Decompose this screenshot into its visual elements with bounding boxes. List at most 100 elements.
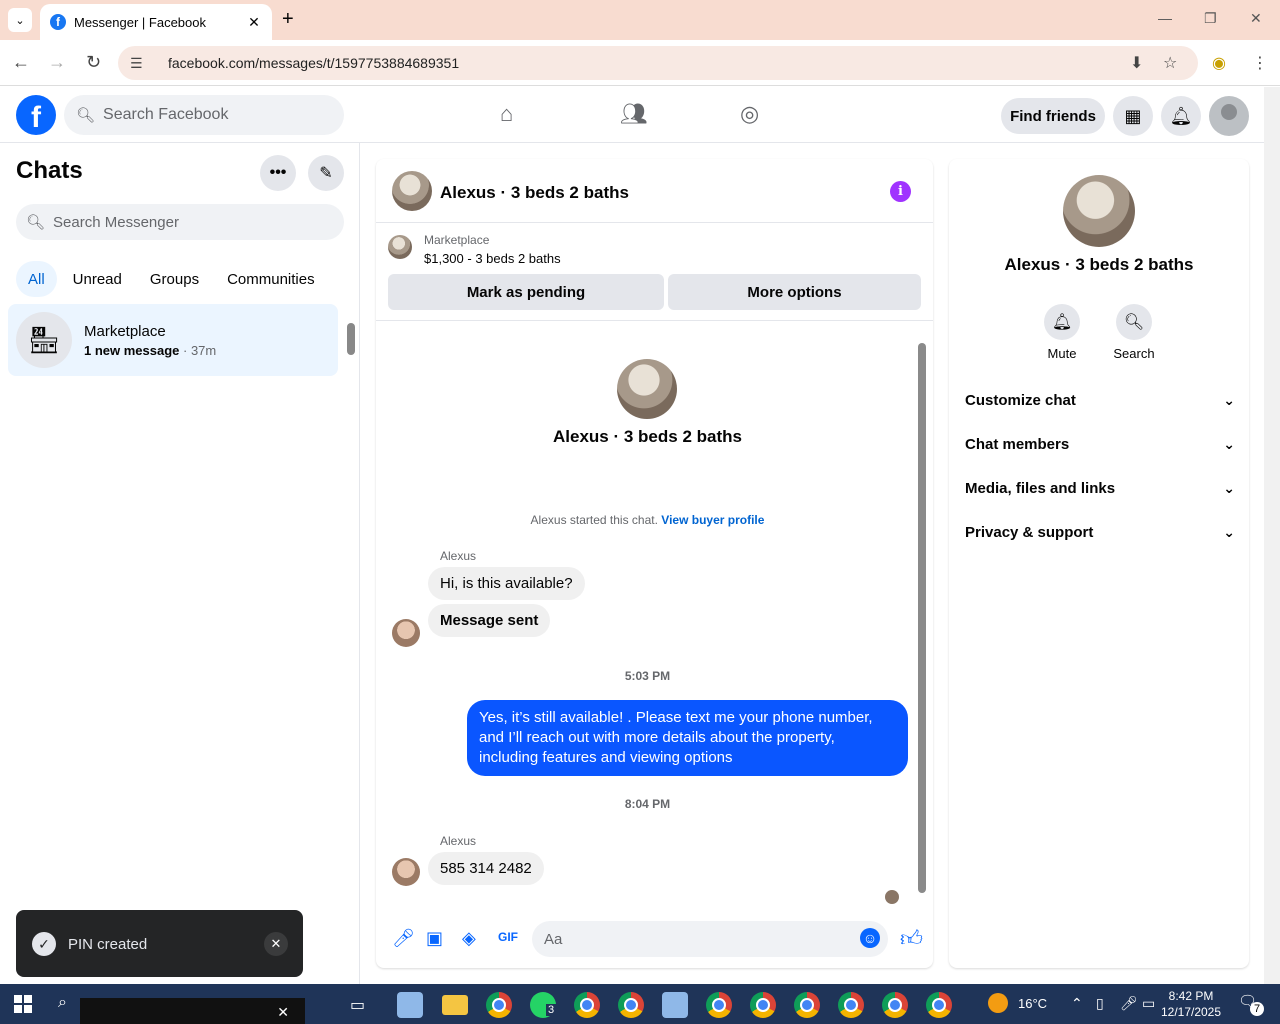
messenger-search-input[interactable]: 🔍︎ Search Messenger <box>16 204 344 240</box>
filter-groups[interactable]: Groups <box>138 261 211 297</box>
install-app-icon[interactable]: ⬇ <box>1130 53 1143 73</box>
account-avatar[interactable] <box>1209 96 1249 136</box>
filter-all[interactable]: All <box>16 261 57 297</box>
restore-icon[interactable]: ❐ <box>1204 10 1217 27</box>
clock-time: 8:42 PM <box>1168 989 1214 1003</box>
view-buyer-profile-link[interactable]: View buyer profile <box>661 513 764 527</box>
friends-icon[interactable]: 👥︎ <box>620 101 648 127</box>
close-icon[interactable]: ✕ <box>264 932 288 956</box>
chrome-profile-icon[interactable] <box>750 992 776 1018</box>
close-window-icon[interactable]: ✕ <box>1250 10 1262 27</box>
taskbar-app-icon[interactable] <box>662 992 688 1018</box>
thread-scrollbar[interactable] <box>918 343 926 893</box>
tray-app-icon[interactable]: ▯ <box>1096 995 1104 1012</box>
taskbar-app-icon[interactable] <box>397 992 423 1018</box>
mark-as-pending-button[interactable]: Mark as pending <box>388 274 664 310</box>
temperature[interactable]: 16°C <box>1018 996 1047 1011</box>
attach-photo-icon[interactable]: ▣ <box>426 928 443 949</box>
conversation-title[interactable]: Alexus · 3 beds 2 baths <box>440 183 629 203</box>
more-options-button[interactable]: More options <box>668 274 921 310</box>
message-thread: Alexus · 3 beds 2 baths Alexus started t… <box>376 323 933 904</box>
facebook-search-input[interactable]: 🔍︎ Search Facebook <box>64 95 344 135</box>
notifications-bell-icon[interactable]: 🔔︎ <box>1161 96 1201 136</box>
section-chat-members[interactable]: Chat members ⌄ <box>965 436 1235 453</box>
seen-indicator-avatar <box>885 890 899 904</box>
listing-thumbnail[interactable] <box>388 235 412 259</box>
profile-photo[interactable] <box>617 359 677 419</box>
sticker-icon[interactable]: ◈ <box>462 928 476 949</box>
find-friends-button[interactable]: Find friends <box>1001 98 1105 134</box>
message-bubble-incoming[interactable]: Hi, is this available? <box>428 567 585 600</box>
chat-list-scrollbar[interactable] <box>346 307 355 373</box>
emoji-icon[interactable]: ☺ <box>860 928 880 948</box>
search-button[interactable]: 🔍︎ Search <box>1104 304 1164 361</box>
forward-icon[interactable]: → <box>48 52 66 73</box>
details-photo[interactable] <box>1063 175 1135 247</box>
tray-chevron-up-icon[interactable]: ⌃ <box>1071 995 1083 1012</box>
voice-clip-icon[interactable]: 🎤︎ <box>392 928 415 949</box>
new-message-icon[interactable]: ✎ <box>308 155 344 191</box>
profile-icon[interactable]: ◉ <box>1212 53 1226 73</box>
weather-icon[interactable] <box>988 993 1008 1013</box>
mute-button[interactable]: 🔔︎ Mute <box>1032 304 1092 361</box>
listing-price: $1,300 - 3 beds 2 baths <box>424 251 561 266</box>
chrome-profile-icon[interactable] <box>618 992 644 1018</box>
task-view-icon[interactable]: ▭ <box>350 995 365 1015</box>
chat-list-item-marketplace[interactable]: 🏪︎ Marketplace 1 new message · 37m <box>8 304 338 376</box>
message-bubble-incoming[interactable]: 585 314 2482 <box>428 852 544 885</box>
conversation-info-icon[interactable]: i <box>890 181 911 202</box>
message-bubble-incoming[interactable]: Message sent <box>428 604 551 637</box>
reload-icon[interactable]: ↻ <box>86 52 101 73</box>
chrome-profile-icon[interactable] <box>838 992 864 1018</box>
chrome-profile-icon[interactable] <box>794 992 820 1018</box>
microphone-icon[interactable]: 🎤︎ <box>1120 995 1138 1012</box>
details-name: Alexus · 3 beds 2 baths <box>1004 255 1194 274</box>
chrome-icon[interactable] <box>486 992 512 1018</box>
home-icon[interactable]: ⌂ <box>500 101 513 127</box>
taskbar-clock[interactable]: 8:42 PM 12/17/2025 <box>1160 988 1222 1020</box>
notification-center-icon[interactable]: 🗨︎ 7 <box>1238 992 1264 1016</box>
site-info-icon[interactable]: ☰ <box>130 55 150 72</box>
sender-avatar[interactable] <box>392 858 420 886</box>
new-tab-button[interactable]: + <box>282 9 294 29</box>
chrome-profile-icon[interactable] <box>574 992 600 1018</box>
chrome-menu-icon[interactable]: ⋮ <box>1252 53 1268 73</box>
tab-search-button[interactable]: ⌄ <box>8 8 32 32</box>
section-customize-chat[interactable]: Customize chat ⌄ <box>965 392 1235 409</box>
facebook-search-placeholder: Search Facebook <box>103 106 229 123</box>
conversation-avatar[interactable] <box>392 171 432 211</box>
facebook-header: f 🔍︎ Search Facebook ⌂ 👥︎ ◎ Find friends… <box>0 87 1264 143</box>
menu-grid-icon[interactable]: ▦ <box>1113 96 1153 136</box>
facebook-logo-icon[interactable]: f <box>16 95 56 135</box>
filter-unread[interactable]: Unread <box>61 261 134 297</box>
url-field[interactable]: ☰ facebook.com/messages/t/15977538846893… <box>118 46 1198 80</box>
close-icon[interactable]: ✕ <box>277 1004 289 1021</box>
groups-icon[interactable]: ◎ <box>740 101 759 127</box>
gif-icon[interactable]: GIF <box>498 930 518 944</box>
page-scrollbar[interactable] <box>1264 87 1280 984</box>
chrome-profile-icon[interactable] <box>882 992 908 1018</box>
file-explorer-icon[interactable] <box>442 995 468 1015</box>
taskbar-search-box[interactable]: ✕ <box>80 998 305 1024</box>
sender-avatar[interactable] <box>392 619 420 647</box>
message-bubble-outgoing[interactable]: Yes, it’s still available! . Please text… <box>467 700 908 776</box>
filter-communities[interactable]: Communities <box>215 261 327 297</box>
close-tab-icon[interactable]: ✕ <box>246 14 262 31</box>
bell-icon: 🔔︎ <box>1044 304 1080 340</box>
windows-start-icon[interactable] <box>14 995 32 1013</box>
browser-tab[interactable]: f Messenger | Facebook ✕ <box>40 4 272 40</box>
network-icon[interactable]: ▭ <box>1142 995 1155 1012</box>
bookmark-star-icon[interactable]: ☆ <box>1163 53 1177 73</box>
more-options-icon[interactable]: ••• <box>260 155 296 191</box>
chat-subtitle: 1 new message · 37m <box>84 343 217 358</box>
section-privacy-support[interactable]: Privacy & support ⌄ <box>965 524 1235 541</box>
chat-unread-count: 1 new message <box>84 343 180 358</box>
back-icon[interactable]: ← <box>12 52 30 73</box>
minimize-icon[interactable]: — <box>1158 10 1172 26</box>
section-media-files-links[interactable]: Media, files and links ⌄ <box>965 480 1235 497</box>
message-input[interactable]: Aa <box>532 921 888 957</box>
thumbs-up-icon[interactable]: 👍︎ <box>900 925 923 952</box>
chrome-profile-icon[interactable] <box>926 992 952 1018</box>
chrome-profile-icon[interactable] <box>706 992 732 1018</box>
taskbar-search-icon[interactable]: ⌕ <box>58 994 67 1012</box>
